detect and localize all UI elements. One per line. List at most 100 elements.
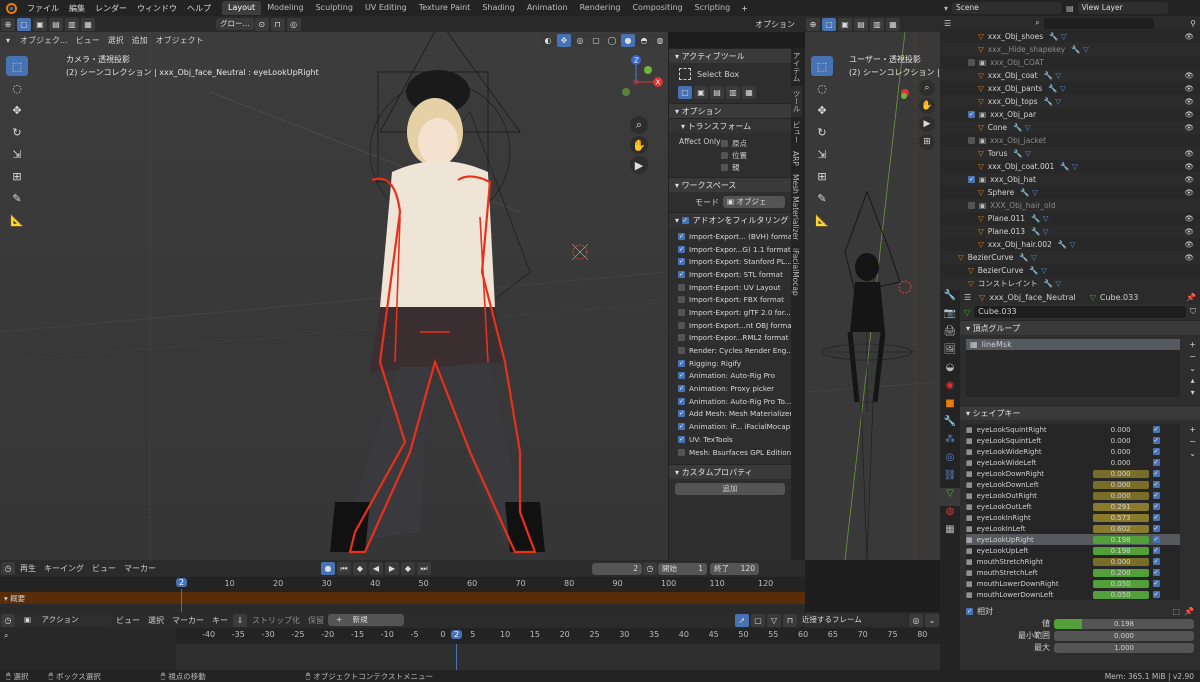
preview-range-icon[interactable]: ◷ [643, 562, 657, 575]
shape-key-row[interactable]: ▦ mouthLowerDownLeft 0.050 ✓ [966, 589, 1180, 600]
outliner-row[interactable]: ▽ xxx_Obj_shoes 🔧 ▽ 👁 [940, 30, 1200, 43]
shape-key-mute-checkbox[interactable]: ✓ [1152, 525, 1160, 532]
shape-key-row[interactable]: ▦ mouthLowerDownRight 0.050 ✓ [966, 578, 1180, 589]
outliner-row[interactable]: ▽ xxx_Obj_coat.001 🔧 ▽ 👁 [940, 160, 1200, 173]
mesh-datablock-icon[interactable]: ▽ [964, 308, 970, 317]
menu-item[interactable]: 編集 [64, 3, 90, 14]
shape-key-mute-checkbox[interactable]: ✓ [1152, 448, 1160, 455]
shape-key-mute-checkbox[interactable]: ✓ [1152, 591, 1160, 598]
visibility-eye-icon[interactable]: 👁 [1184, 32, 1194, 41]
addon-row[interactable]: Import-Export: FBX format [669, 293, 791, 306]
outliner-row[interactable]: ✓ ▣ xxx_Obj_par 👁 [940, 108, 1200, 121]
shape-key-row[interactable]: ▦ eyeLookSquintLeft 0.000 ✓ [966, 435, 1180, 446]
affect-origin-checkbox[interactable] [721, 139, 728, 147]
outliner-editor-icon[interactable]: ☰ [944, 19, 951, 28]
next-key-icon[interactable]: ◆ [401, 562, 415, 575]
select-box-tool-icon[interactable]: ⬚ [6, 56, 28, 76]
outliner-row[interactable]: ▽ BezierCurve 🔧 ▽ [940, 264, 1200, 277]
mode-new-icon[interactable]: ▢ [678, 85, 692, 99]
collection-checkbox[interactable] [968, 202, 975, 209]
outliner-filter-icon[interactable]: ⚲ [1190, 19, 1196, 28]
shape-key-value[interactable]: 0.000 [1093, 437, 1149, 445]
shape-key-row[interactable]: ▦ eyeLookUpRight 0.198 ✓ [966, 534, 1180, 545]
measure-tool-icon[interactable]: 📐 [6, 210, 28, 230]
side-zoom-icon[interactable]: ⌕ [919, 80, 935, 96]
push-down-icon[interactable]: ⇩ [233, 613, 247, 627]
play-reverse-icon[interactable]: ◀ [369, 562, 383, 575]
shape-key-mute-checkbox[interactable]: ✓ [1152, 536, 1160, 543]
proportional-edit-icon[interactable]: ◎ [909, 613, 923, 627]
addon-row[interactable]: ✓ Animation: iF... iFacialMocap [669, 420, 791, 433]
end-frame-field[interactable]: 120 [731, 562, 759, 575]
addon-checkbox[interactable] [678, 334, 685, 342]
shape-key-value[interactable]: 0.050 [1092, 590, 1149, 599]
side-select-invert-icon[interactable]: ▥ [870, 17, 884, 31]
jump-end-icon[interactable]: ⏭ [417, 562, 431, 575]
gizmo-toggle-icon[interactable]: ✥ [557, 33, 571, 47]
filter-icon[interactable]: ▽ [767, 613, 781, 627]
scale-tool-icon[interactable]: ⇲ [6, 144, 28, 164]
visibility-eye-icon[interactable]: 👁 [1184, 149, 1194, 158]
action-playhead[interactable]: 2 [451, 630, 463, 639]
material-props-icon[interactable]: ◍ [940, 506, 960, 524]
cursor-tool-icon[interactable]: ◌ [6, 78, 28, 98]
addon-row[interactable]: ✓ Rigging: Rigify [669, 357, 791, 370]
sidebar-tab[interactable]: ビュー [791, 117, 802, 148]
viewport-menu-select[interactable]: 選択 [104, 35, 128, 46]
select-subtract-icon[interactable]: ▤ [49, 17, 63, 31]
addon-checkbox[interactable]: ✓ [678, 397, 685, 405]
select-mode-icon[interactable]: ▢ [17, 17, 31, 31]
select-invert-icon[interactable]: ▥ [65, 17, 79, 31]
outliner-row[interactable]: ▽ xxx__Hide_shapekey 🔧 ▽ [940, 43, 1200, 56]
render-shading-icon[interactable]: ◍ [653, 33, 667, 47]
view-layer-props-icon[interactable]: 🖼 [940, 344, 960, 362]
shape-key-value[interactable]: 0.000 [1093, 459, 1149, 467]
mode-dropdown[interactable]: ▣ オブジェク... [723, 196, 785, 208]
snap-icon[interactable]: ⊓ [270, 17, 285, 31]
vgroup-move-up-button[interactable]: ▴ [1189, 375, 1196, 387]
timeline-view-menu[interactable]: ビュー [88, 563, 120, 574]
transform-tool-icon[interactable]: ⊞ [6, 166, 28, 186]
addon-checkbox[interactable]: ✓ [678, 372, 685, 380]
viewport-menu-object[interactable]: オブジェクト [152, 35, 208, 46]
visibility-eye-icon[interactable]: 👁 [1184, 71, 1194, 80]
modifier-props-icon[interactable]: 🔧 [940, 416, 960, 434]
shapekey-menu-button[interactable]: ⌄ [1189, 448, 1196, 460]
addon-checkbox[interactable]: ✓ [678, 232, 685, 240]
tab-workspace[interactable]: Texture Paint [413, 1, 477, 15]
menu-item[interactable]: ファイル [22, 3, 64, 14]
addon-checkbox[interactable]: ✓ [678, 385, 685, 393]
action-select-menu[interactable]: 選択 [144, 615, 168, 626]
side-cursor-tool-icon[interactable]: ◌ [811, 78, 833, 98]
addon-row[interactable]: ✓ Animation: Auto-Rig Pro To... [669, 395, 791, 408]
pan-hand-icon[interactable]: ✋ [630, 136, 648, 154]
only-selected-icon[interactable]: ➚ [735, 613, 749, 627]
addon-checkbox[interactable]: ✓ [678, 410, 685, 418]
shape-key-value[interactable]: 0.000 [1092, 557, 1149, 566]
vgroup-add-button[interactable]: + [1189, 339, 1196, 351]
timeline-keying-menu[interactable]: キーイング [40, 563, 88, 574]
outliner-row[interactable]: ✓ ▣ xxx_Obj_hat 👁 [940, 173, 1200, 186]
outliner-row[interactable]: ▣ xxx_Obj_COAT [940, 56, 1200, 69]
shape-key-row[interactable]: ▦ eyeLookWideRight 0.000 ✓ [966, 446, 1180, 457]
affect-parent-checkbox[interactable] [721, 163, 728, 171]
shape-key-value[interactable]: 0.291 [1092, 502, 1149, 511]
timeline-editor-icon[interactable]: ◷ [1, 562, 15, 575]
tab-workspace[interactable]: Sculpting [310, 1, 359, 15]
current-frame-field[interactable]: 2 [592, 562, 642, 575]
viewport-menu-add[interactable]: 追加 [128, 35, 152, 46]
side-viewport[interactable]: ⬚ ◌ ✥ ↻ ⇲ ⊞ ✎ 📐 ユーザー・透視投影 (2) シーンコレクション … [805, 32, 940, 560]
shape-key-mute-checkbox[interactable]: ✓ [1152, 492, 1160, 499]
sidebar-tab[interactable]: ツール [791, 86, 802, 117]
active-tool-section[interactable]: ▾ アクティブツール [669, 48, 791, 63]
addon-row[interactable]: ✓ Add Mesh: Mesh Materializer [669, 408, 791, 421]
play-icon[interactable]: ▶ [385, 562, 399, 575]
shape-key-value[interactable]: 0.198 [1092, 546, 1149, 555]
visibility-eye-icon[interactable]: 👁 [1184, 110, 1194, 119]
tool-props-icon[interactable]: 🔧 [940, 290, 960, 308]
pivot-icon[interactable]: ⊙ [254, 17, 269, 31]
sidebar-tab[interactable]: Mesh Materializer [791, 170, 800, 244]
addon-checkbox[interactable] [678, 321, 685, 329]
relative-checkbox[interactable]: ✓ [966, 607, 973, 615]
tab-workspace[interactable]: Compositing [626, 1, 688, 15]
